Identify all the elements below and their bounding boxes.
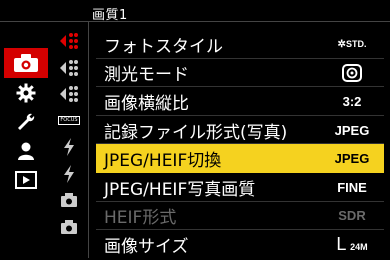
menu-item-value: STD. bbox=[345, 38, 367, 49]
nav-my-menu[interactable] bbox=[4, 136, 48, 165]
header-divider bbox=[0, 21, 390, 22]
small-camera-icon bbox=[61, 219, 77, 234]
tab-image-quality-1[interactable] bbox=[54, 28, 84, 55]
menu-list: フォトスタイル ✲STD. 測光モード 画像横縦比 3:2 記録ファイル形式(写… bbox=[96, 30, 384, 259]
tab-image-quality-3[interactable] bbox=[54, 81, 84, 108]
nav-photo[interactable] bbox=[4, 48, 48, 78]
image-quality-icon bbox=[60, 86, 78, 103]
nav-settings[interactable] bbox=[4, 78, 48, 107]
tab-other-1[interactable] bbox=[54, 187, 84, 214]
person-icon bbox=[18, 142, 34, 160]
menu-item-label: 画像横縦比 bbox=[104, 93, 189, 114]
menu-item-jpeg-heif-switch[interactable]: JPEG/HEIF切換 JPEG bbox=[96, 144, 384, 173]
wrench-icon bbox=[18, 113, 35, 130]
metering-mode-icon bbox=[320, 63, 384, 82]
image-quality-active-icon bbox=[60, 33, 78, 50]
flash-icon bbox=[64, 138, 74, 157]
small-camera-icon bbox=[61, 193, 77, 208]
image-quality-icon bbox=[60, 59, 78, 76]
menu-item-label: HEIF形式 bbox=[104, 208, 177, 229]
camera-icon bbox=[14, 54, 38, 72]
menu-item-label: フォトスタイル bbox=[104, 36, 223, 57]
menu-item-value: 3:2 bbox=[342, 93, 362, 109]
menu-item-value: JPEG bbox=[334, 122, 370, 138]
tab-flash-2[interactable] bbox=[54, 161, 84, 188]
menu-item-label: 測光モード bbox=[104, 65, 189, 86]
menu-item-value: SDR bbox=[338, 208, 366, 224]
menu-item-value: JPEG bbox=[334, 151, 370, 167]
tab-other-2[interactable] bbox=[54, 214, 84, 241]
menu-item-image-size[interactable]: 画像サイズ L 24M bbox=[96, 230, 384, 259]
submenu-tabs: FOCUS bbox=[54, 28, 84, 240]
tab-flash-1[interactable] bbox=[54, 134, 84, 161]
focus-tab-badge: FOCUS bbox=[58, 116, 80, 126]
image-size-letter: L bbox=[336, 233, 347, 254]
menu-item-jpeg-heif-quality[interactable]: JPEG/HEIF写真画質 FINE bbox=[96, 173, 384, 202]
menu-item-heif-format: HEIF形式 SDR bbox=[96, 202, 384, 231]
menu-item-photo-style[interactable]: フォトスタイル ✲STD. bbox=[96, 30, 384, 59]
playback-icon bbox=[15, 170, 37, 189]
gear-icon bbox=[16, 83, 36, 102]
menu-item-metering-mode[interactable]: 測光モード bbox=[96, 59, 384, 88]
tab-image-quality-2[interactable] bbox=[54, 55, 84, 82]
photo-style-std-icon: ✲STD. bbox=[337, 38, 367, 50]
menu-item-aspect-ratio[interactable]: 画像横縦比 3:2 bbox=[96, 87, 384, 116]
menu-item-label: 記録ファイル形式(写真) bbox=[104, 122, 288, 143]
tab-focus[interactable]: FOCUS bbox=[54, 108, 84, 135]
image-size-megapixels: 24M bbox=[350, 241, 368, 252]
menu-item-label: JPEG/HEIF切換 bbox=[104, 151, 222, 172]
flash-icon bbox=[64, 164, 74, 183]
main-menu-nav bbox=[4, 48, 48, 194]
menu-item-file-format[interactable]: 記録ファイル形式(写真) JPEG bbox=[96, 116, 384, 145]
menu-item-label: 画像サイズ bbox=[104, 236, 189, 257]
image-size-value: L 24M bbox=[320, 234, 384, 255]
nav-playback[interactable] bbox=[4, 165, 48, 194]
menu-item-value: FINE bbox=[337, 179, 367, 195]
nav-setup[interactable] bbox=[4, 107, 48, 136]
nav-divider bbox=[88, 22, 89, 258]
menu-item-label: JPEG/HEIF写真画質 bbox=[104, 179, 256, 200]
